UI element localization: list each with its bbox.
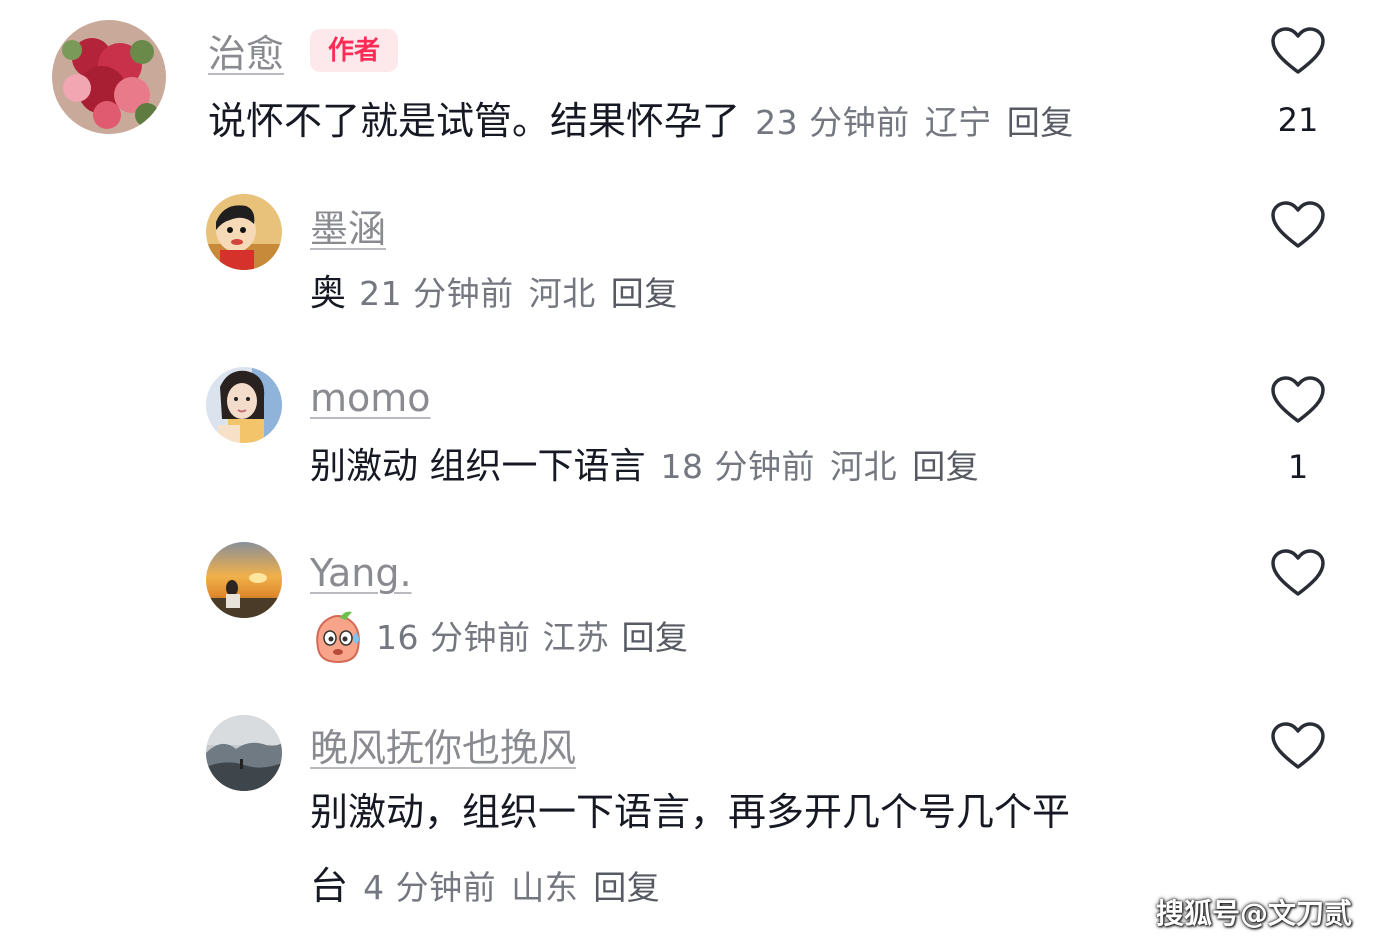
username[interactable]: momo xyxy=(310,376,431,420)
comment-body-line-2: 台 4 分钟前 山东 回复 xyxy=(310,867,660,905)
avatar[interactable] xyxy=(206,715,282,791)
like-count: 1 xyxy=(1287,448,1309,486)
comment-item: momo 别激动 组织一下语言 18 分钟前 河北 回复 1 xyxy=(0,345,1384,520)
comment-body-line-1: 别激动，组织一下语言，再多开几个号几个平 xyxy=(310,793,1070,831)
comment-text: 别激动 组织一下语言 xyxy=(310,446,646,487)
avatar[interactable] xyxy=(206,367,282,443)
sweating-face-emoji xyxy=(316,611,360,664)
comment-text: 奥 xyxy=(310,273,347,314)
comment-body: 16 分钟前 江苏 回复 xyxy=(310,608,688,666)
author-badge: 作者 xyxy=(310,28,399,72)
comment-location: 河北 xyxy=(830,447,898,486)
comment-header: momo xyxy=(310,373,431,423)
heart-outline-icon[interactable] xyxy=(1270,721,1326,771)
heart-outline-icon[interactable] xyxy=(1270,200,1326,250)
comment-time: 4 分钟前 xyxy=(363,868,497,907)
comment-item: 治愈 作者 说怀不了就是试管。结果怀孕了 23 分钟前 辽宁 回复 21 xyxy=(0,0,1384,170)
comment-header: 治愈 作者 xyxy=(208,26,399,76)
comment-item: 墨涵 奥 21 分钟前 河北 回复 xyxy=(0,170,1384,345)
comment-time: 23 分钟前 xyxy=(755,103,910,142)
comment-body: 说怀不了就是试管。结果怀孕了 23 分钟前 辽宁 回复 xyxy=(208,102,1074,140)
reply-button[interactable]: 回复 xyxy=(611,274,678,313)
username[interactable]: Yang. xyxy=(310,551,412,595)
comment-text: 说怀不了就是试管。结果怀孕了 xyxy=(208,99,741,143)
comment-location: 山东 xyxy=(511,868,579,907)
username[interactable]: 墨涵 xyxy=(310,198,386,253)
reply-button[interactable]: 回复 xyxy=(1007,103,1074,142)
comment-time: 21 分钟前 xyxy=(359,274,514,313)
comment-item: Yang. 16 分钟前 江苏 回复 xyxy=(0,520,1384,695)
heart-outline-icon[interactable] xyxy=(1270,26,1326,76)
like-count: 21 xyxy=(1277,101,1319,139)
comment-location: 河北 xyxy=(528,274,596,313)
comment-location: 江苏 xyxy=(542,617,610,657)
comment-body: 奥 21 分钟前 河北 回复 xyxy=(310,276,678,312)
comment-header: 墨涵 xyxy=(310,198,386,253)
comment-time: 16 分钟前 xyxy=(376,617,531,657)
watermark: 搜狐号@文刀贰 xyxy=(1155,897,1352,930)
comment-text: 别激动，组织一下语言，再多开几个号几个平 xyxy=(310,790,1071,834)
heart-outline-icon[interactable] xyxy=(1270,375,1326,425)
comment-location: 辽宁 xyxy=(924,103,992,142)
reply-button[interactable]: 回复 xyxy=(593,868,660,907)
comment-header: Yang. xyxy=(310,548,412,598)
avatar[interactable] xyxy=(52,20,166,134)
comment-header: 晚风抚你也挽风 xyxy=(310,717,576,772)
reply-button[interactable]: 回复 xyxy=(621,621,688,654)
username[interactable]: 晚风抚你也挽风 xyxy=(310,717,576,772)
avatar[interactable] xyxy=(206,194,282,270)
comment-body: 别激动 组织一下语言 18 分钟前 河北 回复 xyxy=(310,449,979,485)
comment-time: 18 分钟前 xyxy=(660,447,816,486)
avatar[interactable] xyxy=(206,542,282,618)
reply-button[interactable]: 回复 xyxy=(912,447,979,486)
username[interactable]: 治愈 xyxy=(208,23,284,78)
comment-text-continued: 台 xyxy=(310,864,349,908)
heart-outline-icon[interactable] xyxy=(1270,548,1326,598)
